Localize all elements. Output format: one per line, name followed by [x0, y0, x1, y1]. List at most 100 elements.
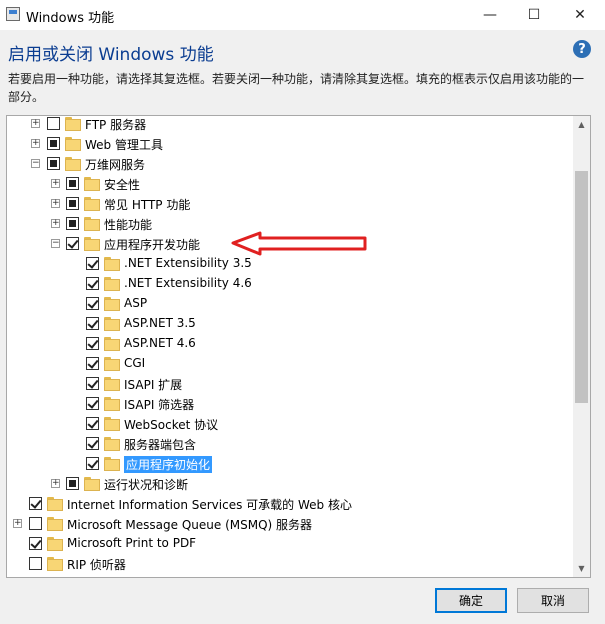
feature-checkbox[interactable] [86, 257, 99, 270]
folder-icon [104, 377, 120, 391]
tree-item[interactable]: ISAPI 扩展 [7, 374, 577, 394]
feature-label[interactable]: 应用程序开发功能 [104, 236, 200, 253]
expand-icon[interactable]: + [31, 119, 40, 128]
scroll-down-arrow-icon[interactable]: ▼ [573, 560, 590, 577]
feature-checkbox[interactable] [86, 457, 99, 470]
feature-label[interactable]: 万维网服务 [85, 156, 145, 173]
feature-checkbox[interactable] [66, 237, 79, 250]
feature-checkbox[interactable] [86, 397, 99, 410]
folder-icon [84, 477, 100, 491]
tree-item[interactable]: ASP.NET 3.5 [7, 314, 577, 334]
title-bar: Windows 功能 — ☐ ✕ [0, 0, 605, 30]
tree-item[interactable]: WebSocket 协议 [7, 414, 577, 434]
tree-item[interactable]: ISAPI 筛选器 [7, 394, 577, 414]
window-title: Windows 功能 [26, 11, 115, 26]
tree-item[interactable]: 服务器端包含 [7, 434, 577, 454]
feature-label[interactable]: CGI [124, 356, 145, 370]
expand-icon[interactable]: + [51, 179, 60, 188]
tree-item[interactable]: − 万维网服务 [7, 154, 577, 174]
feature-checkbox[interactable] [29, 497, 42, 510]
feature-label[interactable]: ASP.NET 4.6 [124, 336, 196, 350]
help-icon[interactable]: ? [573, 40, 591, 58]
feature-label[interactable]: 性能功能 [104, 216, 152, 233]
maximize-button[interactable]: ☐ [511, 0, 557, 30]
tree-item[interactable]: ASP [7, 294, 577, 314]
cancel-button[interactable]: 取消 [517, 588, 589, 613]
tree-item[interactable]: ASP.NET 4.6 [7, 334, 577, 354]
expand-icon[interactable]: + [51, 479, 60, 488]
feature-checkbox[interactable] [86, 417, 99, 430]
feature-label[interactable]: 常见 HTTP 功能 [104, 196, 190, 213]
scroll-up-arrow-icon[interactable]: ▲ [573, 116, 590, 133]
tree-item[interactable]: + 常见 HTTP 功能 [7, 194, 577, 214]
scroll-thumb[interactable] [575, 171, 588, 403]
feature-label[interactable]: ISAPI 筛选器 [124, 396, 194, 413]
feature-label[interactable]: ASP [124, 296, 147, 310]
feature-checkbox[interactable] [86, 357, 99, 370]
features-tree[interactable]: + FTP 服务器 + Web 管理工具 − 万维网服务 + 安全性 + 常见 HTTP 功能 + 性… [6, 115, 591, 578]
feature-label[interactable]: Microsoft Print to PDF [67, 536, 196, 550]
feature-checkbox[interactable] [29, 517, 42, 530]
collapse-icon[interactable]: − [31, 159, 40, 168]
feature-checkbox[interactable] [29, 557, 42, 570]
feature-checkbox[interactable] [86, 317, 99, 330]
folder-icon [104, 417, 120, 431]
tree-item[interactable]: .NET Extensibility 4.6 [7, 274, 577, 294]
tree-item[interactable]: + 运行状况和诊断 [7, 474, 577, 494]
feature-checkbox[interactable] [47, 117, 60, 130]
minimize-button[interactable]: — [467, 0, 513, 30]
ok-button[interactable]: 确定 [435, 588, 507, 613]
feature-checkbox[interactable] [86, 297, 99, 310]
folder-icon [84, 217, 100, 231]
feature-label[interactable]: Web 管理工具 [85, 136, 163, 153]
feature-checkbox[interactable] [66, 477, 79, 490]
feature-label[interactable]: .NET Extensibility 4.6 [124, 276, 252, 290]
feature-label[interactable]: ISAPI 扩展 [124, 376, 182, 393]
feature-checkbox[interactable] [86, 277, 99, 290]
close-button[interactable]: ✕ [557, 0, 603, 30]
feature-checkbox[interactable] [66, 197, 79, 210]
folder-icon [104, 277, 120, 291]
feature-checkbox[interactable] [66, 217, 79, 230]
feature-label[interactable]: 服务器端包含 [124, 436, 196, 453]
folder-icon [84, 237, 100, 251]
folder-icon [104, 297, 120, 311]
folder-icon [47, 557, 63, 571]
tree-item[interactable]: + 安全性 [7, 174, 577, 194]
feature-label[interactable]: 应用程序初始化 [124, 456, 213, 473]
feature-checkbox[interactable] [86, 377, 99, 390]
folder-icon [47, 497, 63, 511]
feature-checkbox[interactable] [47, 137, 60, 150]
feature-label[interactable]: Internet Information Services 可承载的 Web 核… [67, 496, 352, 513]
dialog-heading: 启用或关闭 Windows 功能 [8, 45, 214, 65]
tree-item[interactable]: + FTP 服务器 [7, 116, 577, 134]
feature-checkbox[interactable] [66, 177, 79, 190]
tree-item[interactable]: 应用程序初始化 [7, 454, 577, 474]
folder-icon [104, 317, 120, 331]
feature-checkbox[interactable] [86, 337, 99, 350]
expand-icon[interactable]: + [13, 519, 22, 528]
collapse-icon[interactable]: − [51, 239, 60, 248]
feature-label[interactable]: 安全性 [104, 176, 140, 193]
tree-item[interactable]: Internet Information Services 可承载的 Web 核… [7, 494, 577, 514]
tree-item[interactable]: + Microsoft Message Queue (MSMQ) 服务器 [7, 514, 577, 534]
feature-checkbox[interactable] [29, 537, 42, 550]
expand-icon[interactable]: + [51, 199, 60, 208]
expand-icon[interactable]: + [31, 139, 40, 148]
feature-label[interactable]: WebSocket 协议 [124, 416, 218, 433]
feature-label[interactable]: ASP.NET 3.5 [124, 316, 196, 330]
tree-item[interactable]: Microsoft Print to PDF [7, 534, 577, 554]
tree-scrollbar[interactable]: ▲ ▼ [573, 116, 590, 577]
feature-label[interactable]: FTP 服务器 [85, 116, 146, 133]
tree-item[interactable]: + Web 管理工具 [7, 134, 577, 154]
feature-checkbox[interactable] [86, 437, 99, 450]
feature-label[interactable]: RIP 侦听器 [67, 556, 126, 573]
expand-icon[interactable]: + [51, 219, 60, 228]
feature-label[interactable]: Microsoft Message Queue (MSMQ) 服务器 [67, 516, 312, 533]
folder-icon [104, 397, 120, 411]
feature-checkbox[interactable] [47, 157, 60, 170]
feature-label[interactable]: 运行状况和诊断 [104, 476, 188, 493]
tree-item[interactable]: CGI [7, 354, 577, 374]
tree-item[interactable]: RIP 侦听器 [7, 554, 577, 574]
folder-icon [104, 357, 120, 371]
